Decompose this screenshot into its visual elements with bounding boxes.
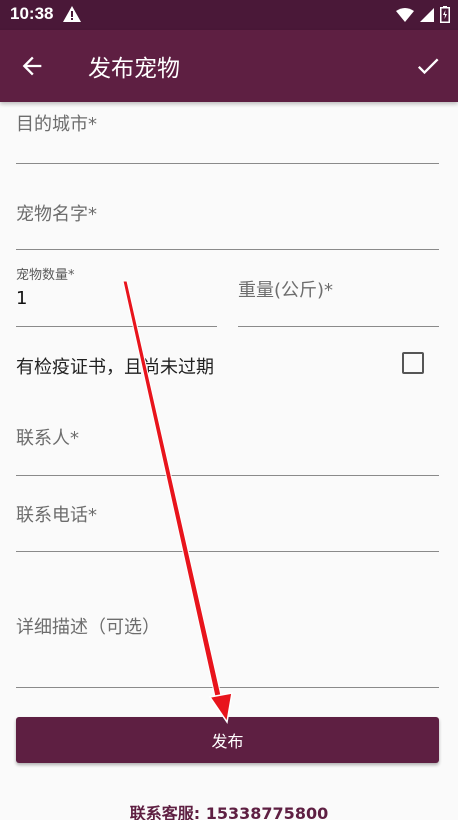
description-field[interactable]: 详细描述（可选） [16, 603, 439, 688]
wifi-icon [396, 7, 414, 26]
contact-hint: 联系人* [16, 428, 79, 449]
status-icons [396, 6, 450, 27]
contact-field[interactable]: 联系人* [16, 416, 439, 476]
phone-field[interactable]: 联系电话* [16, 492, 439, 552]
arrow-left-icon[interactable] [18, 52, 46, 80]
customer-service-text: 联系客服: 15338775800 [129, 804, 329, 820]
pet-count-label: 宠物数量* [16, 268, 75, 283]
city-hint: 目的城市* [16, 114, 97, 135]
weight-hint: 重量(公斤)* [238, 280, 334, 301]
pet-name-field[interactable]: 宠物名字* [16, 190, 439, 250]
weight-field[interactable]: 重量(公斤)* [238, 264, 439, 327]
pet-count-field[interactable]: 宠物数量* 1 [16, 264, 217, 327]
battery-icon [440, 6, 450, 27]
city-field[interactable]: 目的城市* [16, 104, 439, 164]
signal-icon [420, 7, 434, 26]
app-bar: 发布宠物 [0, 30, 458, 102]
phone-hint: 联系电话* [16, 505, 97, 526]
vaccine-row: 有检疫证书，且尚未过期 [16, 350, 440, 382]
description-hint: 详细描述（可选） [16, 617, 160, 638]
status-bar: 10:38 [0, 0, 458, 30]
vaccine-label: 有检疫证书，且尚未过期 [16, 357, 214, 378]
vaccine-checkbox[interactable] [402, 352, 424, 374]
pet-count-value: 1 [16, 288, 28, 309]
page-title: 发布宠物 [88, 56, 180, 82]
status-time: 10:38 [10, 4, 54, 23]
warning-icon [63, 6, 81, 26]
submit-label: 发布 [211, 732, 244, 751]
submit-button[interactable]: 发布 [16, 717, 439, 763]
pet-name-hint: 宠物名字* [16, 204, 97, 225]
check-icon[interactable] [414, 52, 442, 80]
